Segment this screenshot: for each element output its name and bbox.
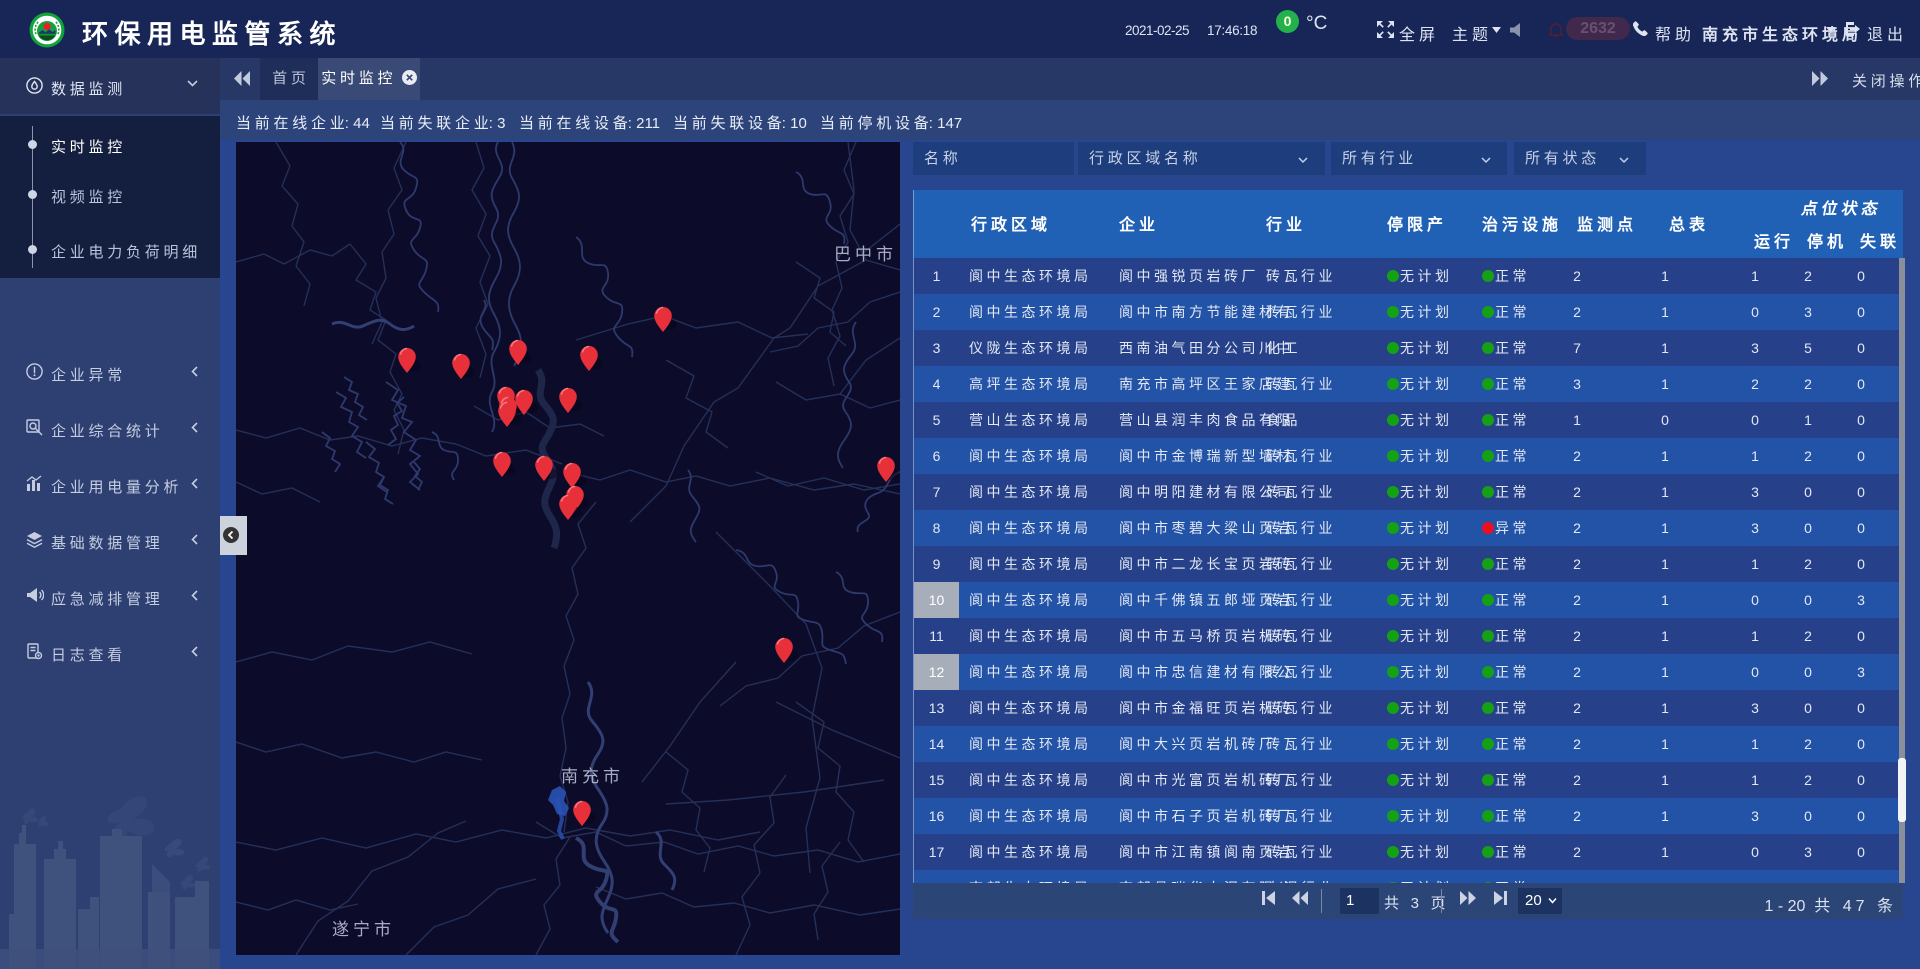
svg-text:南充市: 南充市 xyxy=(561,767,624,786)
svg-text:巴中市: 巴中市 xyxy=(834,245,897,264)
svg-text:遂宁市: 遂宁市 xyxy=(332,920,395,939)
